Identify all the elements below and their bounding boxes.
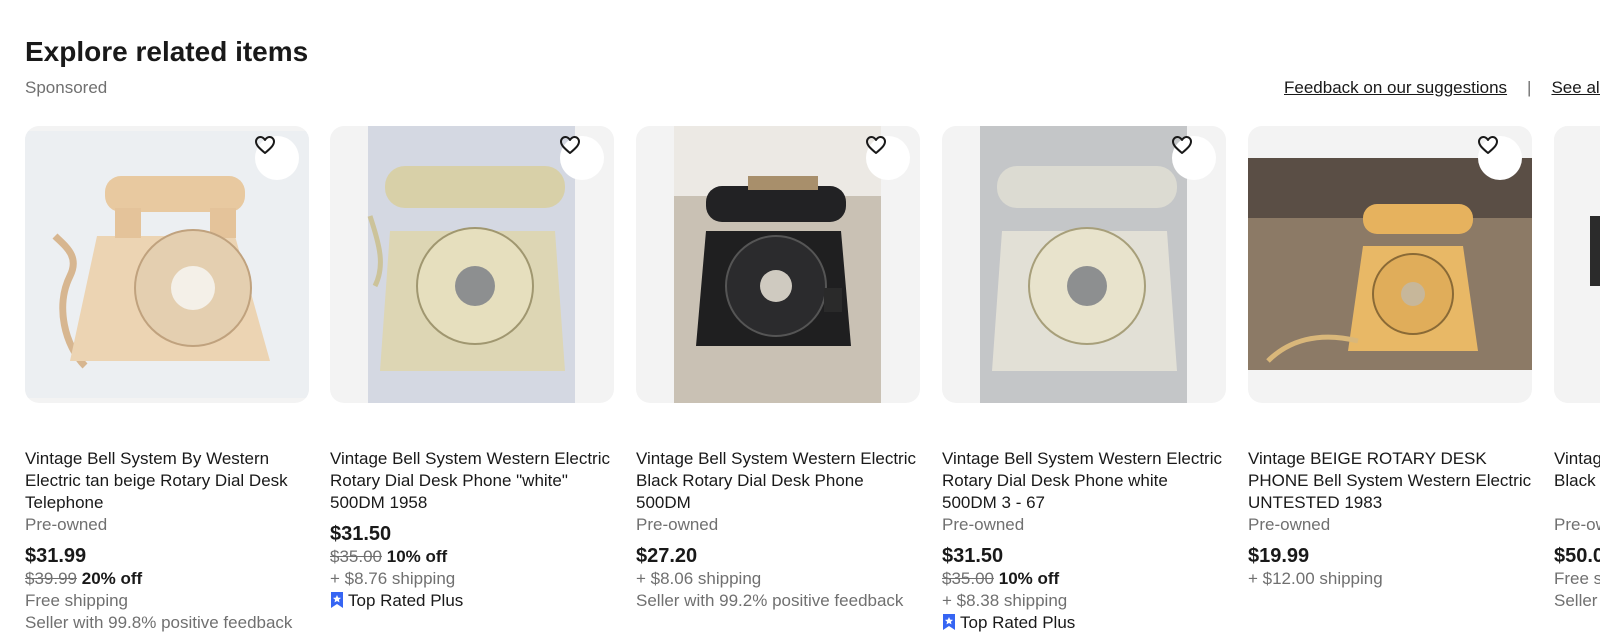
see-all-link[interactable]: See all <box>1551 78 1600 97</box>
item-condition: Pre-owned <box>1248 515 1331 534</box>
item-card[interactable]: Vintage Bell System Western Electric Bla… <box>636 126 920 610</box>
item-shipping: + $8.76 shipping <box>330 569 456 588</box>
item-condition: Pre-owned <box>942 515 1025 534</box>
top-rated-badge-icon <box>942 613 956 637</box>
item-image[interactable] <box>1554 126 1600 403</box>
top-rated-label: Top Rated Plus <box>348 591 464 610</box>
item-discount: 20% off <box>81 569 143 588</box>
item-was-price: $35.00 <box>942 569 994 588</box>
watch-button[interactable] <box>560 136 604 180</box>
top-rated-badge-icon <box>330 591 344 615</box>
item-title[interactable]: Vintage Bell System Western Electric Rot… <box>942 448 1226 514</box>
item-info: Vintage Bell System Western Electric Rot… <box>330 448 614 615</box>
top-rated-plus: Top Rated Plus <box>330 590 614 615</box>
link-separator: | <box>1527 78 1532 97</box>
item-image[interactable] <box>1248 126 1532 403</box>
top-rated-label: Top Rated Plus <box>960 613 1076 632</box>
item-title[interactable]: Vintage Bell System By Western Electric … <box>25 448 309 514</box>
item-shipping: Free shipping <box>25 591 129 610</box>
item-was-price: $35.00 <box>330 547 382 566</box>
item-seller: Seller with 99.8% positive feedback <box>25 613 293 632</box>
item-shipping: + $8.06 shipping <box>636 569 762 588</box>
item-info: Vintage Bell System Western Electric Bla… <box>636 448 920 612</box>
item-price: $31.99 <box>25 545 87 567</box>
item-was-price: $39.99 <box>25 569 77 588</box>
item-title[interactable]: Vintage Bell System Western Electric Bla… <box>636 448 920 514</box>
item-shipping: Free shipping <box>1554 569 1600 588</box>
watch-button[interactable] <box>1172 136 1216 180</box>
item-image[interactable] <box>25 126 309 403</box>
item-condition: Pre-owned <box>25 515 108 534</box>
item-image[interactable] <box>942 126 1226 403</box>
watch-button[interactable] <box>255 136 299 180</box>
item-title[interactable]: Vintage BEIGE ROTARY DESK PHONE Bell Sys… <box>1248 448 1532 514</box>
watch-button[interactable] <box>1478 136 1522 180</box>
item-title[interactable]: Vintage Bell System Western Electric Bla… <box>1554 448 1600 514</box>
item-discount: 10% off <box>386 547 448 566</box>
item-card[interactable]: Vintage Bell System Western Electric Rot… <box>942 126 1226 632</box>
item-image[interactable] <box>636 126 920 403</box>
item-title[interactable]: Vintage Bell System Western Electric Rot… <box>330 448 614 514</box>
watch-button[interactable] <box>866 136 910 180</box>
item-condition: Pre-owned <box>1554 515 1600 534</box>
item-was-price-row: $35.00 10% off <box>330 546 614 568</box>
item-card[interactable]: Vintage Bell System Western Electric Bla… <box>1554 126 1600 624</box>
item-card[interactable]: Vintage Bell System By Western Electric … <box>25 126 309 632</box>
feedback-link[interactable]: Feedback on our suggestions <box>1284 78 1507 97</box>
heart-icon <box>1172 136 1192 154</box>
item-was-price-row: $39.99 20% off <box>25 568 309 590</box>
item-discount: 10% off <box>998 569 1060 588</box>
sponsored-label: Sponsored <box>25 78 108 97</box>
item-card[interactable]: Vintage BEIGE ROTARY DESK PHONE Bell Sys… <box>1248 126 1532 588</box>
item-shipping: + $12.00 shipping <box>1248 569 1383 588</box>
heart-icon <box>1478 136 1498 154</box>
item-seller: Seller with 99.2% positive feedback <box>636 591 904 610</box>
item-info: Vintage Bell System By Western Electric … <box>25 448 309 634</box>
header-links: Feedback on our suggestions | See all <box>1284 78 1600 98</box>
item-shipping: + $8.38 shipping <box>942 591 1068 610</box>
item-seller: Seller with <box>1554 591 1600 610</box>
item-info: Vintage Bell System Western Electric Rot… <box>942 448 1226 637</box>
page-title: Explore related items <box>25 36 309 67</box>
top-rated-plus: Top Rated Plus <box>942 612 1226 637</box>
item-info: Vintage Bell System Western Electric Bla… <box>1554 448 1600 612</box>
item-was-price-row: $35.00 10% off <box>942 568 1226 590</box>
item-image[interactable] <box>330 126 614 403</box>
item-price: $27.20 <box>636 545 698 567</box>
heart-icon <box>866 136 886 154</box>
heart-icon <box>560 136 580 154</box>
item-price: $31.50 <box>942 545 1004 567</box>
item-condition: Pre-owned <box>636 515 719 534</box>
item-info: Vintage BEIGE ROTARY DESK PHONE Bell Sys… <box>1248 448 1532 590</box>
item-price: $19.99 <box>1248 545 1310 567</box>
item-price: $50.00 <box>1554 545 1600 567</box>
item-price: $31.50 <box>330 523 392 545</box>
item-card[interactable]: Vintage Bell System Western Electric Rot… <box>330 126 614 610</box>
heart-icon <box>255 136 275 154</box>
